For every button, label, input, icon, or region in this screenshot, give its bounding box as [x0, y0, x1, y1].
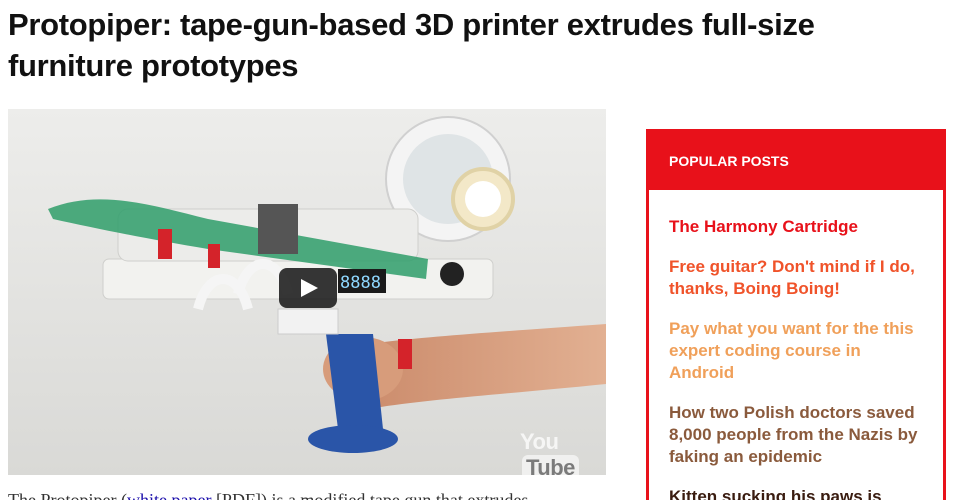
white-paper-link[interactable]: white paper	[127, 490, 211, 500]
popular-post-item[interactable]: The Harmony Cartridge	[669, 216, 921, 238]
display-readout: 8888	[340, 273, 381, 293]
article-body-start: The Protopiper (	[8, 490, 127, 500]
popular-posts-title: Popular Posts	[649, 132, 943, 190]
play-button[interactable]	[279, 268, 337, 308]
popular-post-item[interactable]: Kitten sucking his paws is	[669, 486, 921, 500]
video-player[interactable]: 8888 YouTube	[8, 109, 606, 475]
article-title: Protopiper: tape-gun-based 3D printer ex…	[8, 7, 815, 83]
popular-post-item[interactable]: Pay what you want for the this expert co…	[669, 318, 921, 384]
article-body: The Protopiper (white paper [PDF]) is a …	[8, 488, 608, 500]
popular-posts-box: Popular Posts The Harmony Cartridge Free …	[646, 129, 946, 500]
youtube-logo-tube: Tube	[522, 455, 579, 475]
play-icon	[301, 279, 318, 297]
article-body-rest: [PDF]) is a modified tape gun that extru…	[211, 490, 529, 500]
youtube-logo-you: You	[520, 429, 559, 454]
popular-post-item[interactable]: Free guitar? Don't mind if I do, thanks,…	[669, 256, 921, 300]
youtube-logo[interactable]: YouTube	[520, 429, 606, 475]
popular-post-item[interactable]: How two Polish doctors saved 8,000 peopl…	[669, 402, 921, 468]
